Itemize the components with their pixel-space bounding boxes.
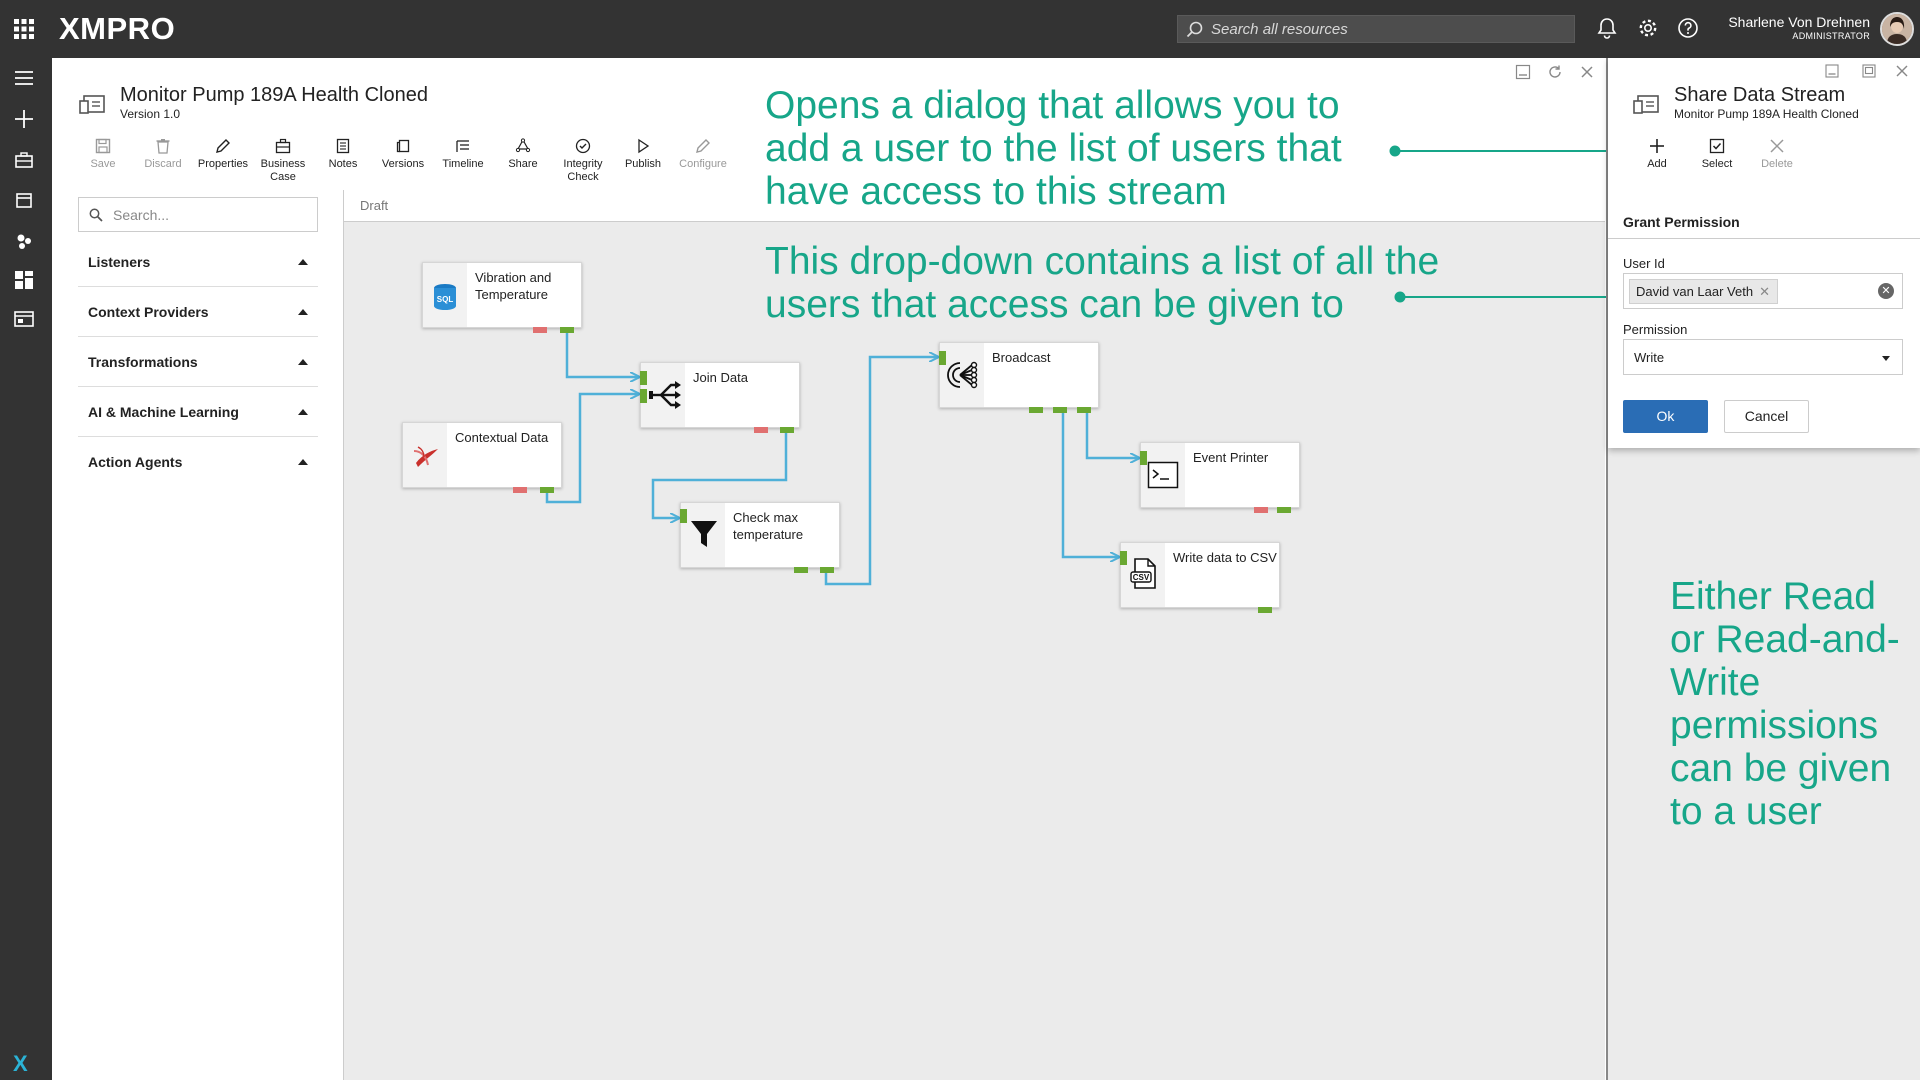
checkbox-icon xyxy=(1692,136,1742,156)
output-port[interactable] xyxy=(1053,407,1067,413)
node-icon-area: CSV xyxy=(1121,543,1165,607)
delete-button[interactable]: Delete xyxy=(1752,136,1802,170)
connection-broadcast-printer xyxy=(1085,411,1138,458)
close-icon xyxy=(1752,136,1802,156)
permission-value: Write xyxy=(1634,350,1665,365)
selected-user-name: David van Laar Veth xyxy=(1636,284,1754,299)
input-port[interactable] xyxy=(939,351,946,365)
output-port[interactable] xyxy=(780,427,794,433)
cancel-button[interactable]: Cancel xyxy=(1724,400,1809,433)
delete-label: Delete xyxy=(1761,158,1793,170)
node-join-data[interactable]: Join Data xyxy=(640,362,800,433)
add-user-button[interactable]: Add xyxy=(1632,136,1682,170)
csv-file-icon: CSV xyxy=(1130,558,1156,589)
selected-user-chip[interactable]: David van Laar Veth ✕ xyxy=(1629,279,1779,304)
grant-permission-heading: Grant Permission xyxy=(1623,214,1740,230)
annotation-permission: Either Read or Read-and-Write permission… xyxy=(1670,575,1900,833)
input-port[interactable] xyxy=(640,389,647,403)
output-port[interactable] xyxy=(540,487,554,493)
node-title: Join Data xyxy=(693,370,748,385)
node-contextual-data[interactable]: Contextual Data xyxy=(402,422,562,493)
add-label: Add xyxy=(1647,158,1667,170)
close-icon[interactable] xyxy=(1895,64,1909,83)
join-icon xyxy=(649,381,681,409)
output-port[interactable] xyxy=(560,327,574,333)
node-icon-area xyxy=(940,343,984,407)
node-title: Vibration and Temperature xyxy=(475,270,552,302)
node-icon-area xyxy=(1141,443,1185,507)
broadcast-icon xyxy=(947,361,978,389)
output-port[interactable] xyxy=(1277,507,1291,513)
terminal-icon xyxy=(1147,461,1179,489)
maximize-icon[interactable] xyxy=(1862,64,1876,83)
error-port[interactable] xyxy=(1254,507,1268,513)
connection-vibration-join xyxy=(565,330,638,377)
clear-icon[interactable]: ✕ xyxy=(1878,283,1894,299)
node-title: Contextual Data xyxy=(455,430,549,445)
ok-button[interactable]: Ok xyxy=(1623,400,1708,433)
user-id-label: User Id xyxy=(1623,256,1665,271)
permission-label: Permission xyxy=(1623,322,1688,337)
plus-icon xyxy=(1632,136,1682,156)
error-port[interactable] xyxy=(533,327,547,333)
select-button[interactable]: Select xyxy=(1692,136,1742,170)
output-port[interactable] xyxy=(1258,607,1272,613)
input-port[interactable] xyxy=(1140,451,1147,465)
node-title: Write data to CSV xyxy=(1173,550,1277,565)
node-title: Check max temperature xyxy=(733,510,804,542)
output-port[interactable] xyxy=(1029,407,1043,413)
connection-broadcast-csv xyxy=(1061,411,1118,557)
input-port[interactable] xyxy=(640,371,647,385)
node-title: Event Printer xyxy=(1193,450,1269,465)
error-port[interactable] xyxy=(513,487,527,493)
sql-database-icon: SQL xyxy=(434,284,456,310)
annotation-dot-add xyxy=(1389,145,1401,157)
remove-chip-icon[interactable]: ✕ xyxy=(1759,280,1770,303)
user-id-field[interactable]: David van Laar Veth ✕ ✕ xyxy=(1623,273,1903,309)
share-title: Share Data Stream xyxy=(1674,84,1846,106)
chevron-down-icon xyxy=(1882,356,1890,361)
divider xyxy=(1608,238,1920,239)
annotation-add-user: Opens a dialog that allows you to add a … xyxy=(765,84,1342,213)
share-subtitle: Monitor Pump 189A Health Cloned xyxy=(1674,107,1859,121)
input-port[interactable] xyxy=(1120,551,1127,565)
node-write-data-to-csv[interactable]: CSV Write data to CSV xyxy=(1120,542,1280,613)
data-stream-icon xyxy=(1632,92,1662,123)
node-vibration-and-temperature[interactable]: SQL Vibration and Temperature xyxy=(422,262,582,333)
node-broadcast[interactable]: Broadcast xyxy=(939,342,1099,413)
node-icon-area xyxy=(641,363,685,427)
node-icon-area: SQL xyxy=(423,263,467,327)
input-port[interactable] xyxy=(680,509,687,523)
sql-server-icon xyxy=(413,446,438,467)
permission-select[interactable]: Write xyxy=(1623,339,1903,375)
node-title: Broadcast xyxy=(992,350,1051,365)
output-port[interactable] xyxy=(820,567,834,573)
minimize-icon[interactable] xyxy=(1825,64,1839,83)
node-icon-area xyxy=(403,423,447,487)
node-icon-area xyxy=(681,503,725,567)
filter-icon xyxy=(691,521,717,547)
error-port[interactable] xyxy=(754,427,768,433)
connection-check-broadcast xyxy=(824,357,937,586)
node-check-max-temperature[interactable]: Check max temperature xyxy=(680,502,840,573)
output-port[interactable] xyxy=(1077,407,1091,413)
annotation-user-dropdown: This drop-down contains a list of all th… xyxy=(765,240,1440,326)
svg-text:SQL: SQL xyxy=(437,295,454,304)
select-label: Select xyxy=(1701,158,1733,170)
svg-text:CSV: CSV xyxy=(1133,573,1150,582)
node-event-printer[interactable]: Event Printer xyxy=(1140,442,1300,513)
output-port[interactable] xyxy=(794,567,808,573)
